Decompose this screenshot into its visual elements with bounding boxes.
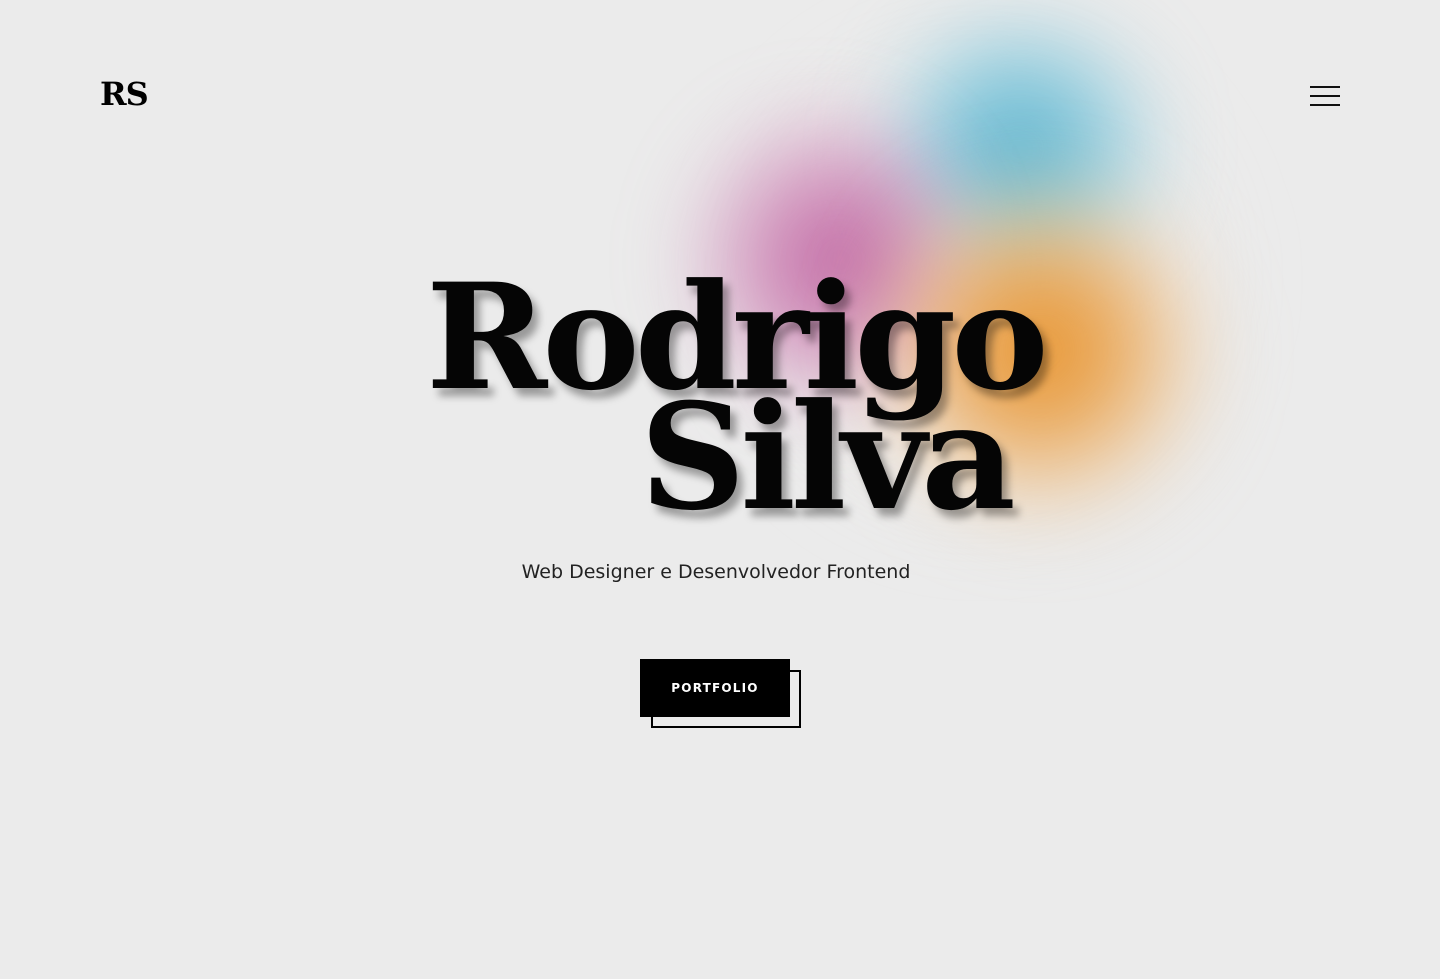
page: RS Rodrigo Silva Web Designer e Desenvol… — [0, 0, 1440, 979]
menu-bar — [1310, 95, 1340, 97]
menu-bar — [1310, 104, 1340, 106]
hero-subtitle: Web Designer e Desenvolvedor Frontend — [521, 561, 911, 583]
hamburger-menu-icon[interactable] — [1306, 80, 1344, 112]
site-logo[interactable]: RS — [100, 74, 149, 114]
portfolio-button[interactable]: PORTFOLIO — [640, 659, 790, 717]
gradient-blob-blue — [860, 20, 1180, 280]
menu-bar — [1310, 86, 1340, 88]
hero-last-name: Silva — [640, 372, 1016, 543]
portfolio-cta: PORTFOLIO — [640, 659, 802, 729]
